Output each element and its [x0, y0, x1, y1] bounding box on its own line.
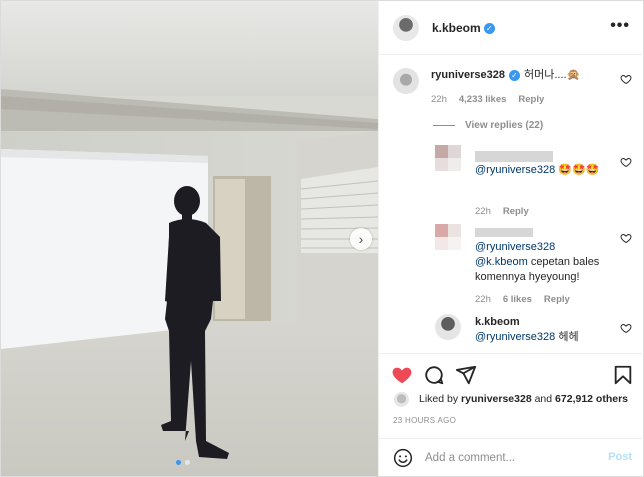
liked-by-text: Liked by ryuniverse328 and 672,912 other… — [419, 393, 628, 405]
more-options-icon[interactable]: ••• — [610, 17, 630, 35]
comment-icon[interactable] — [423, 364, 445, 386]
heart-filled-icon[interactable] — [391, 364, 413, 386]
blurred-avatar[interactable] — [435, 224, 461, 250]
comment-text: 허머나....🙊 — [524, 69, 581, 81]
like-comment-heart-icon[interactable] — [620, 156, 632, 168]
reply-button[interactable]: Reply — [544, 294, 570, 305]
share-icon[interactable] — [455, 364, 477, 386]
blurred-avatar[interactable] — [435, 145, 461, 171]
chevron-right-icon: › — [358, 231, 364, 247]
post-timestamp[interactable]: 23 HOURS AGO — [393, 416, 456, 425]
emoji-icon[interactable] — [393, 448, 413, 468]
comment-1-body: ryuniverse328 ✓ 허머나....🙊 — [431, 68, 601, 83]
bookmark-icon[interactable] — [612, 364, 634, 386]
blurred-username[interactable] — [475, 228, 533, 237]
comment-text: 🤩🤩🤩 — [558, 164, 600, 176]
carousel-indicator — [176, 460, 190, 465]
comment-likes-count[interactable]: 6 likes — [503, 294, 532, 305]
comment-mention[interactable]: @ryuniverse328 — [475, 331, 555, 343]
blurred-username[interactable] — [475, 151, 553, 162]
reply-1-meta: 22h Reply — [475, 206, 529, 217]
author-username-text[interactable]: k.kbeom — [432, 21, 481, 35]
comment-input[interactable] — [425, 449, 595, 467]
reply-button[interactable]: Reply — [503, 206, 529, 217]
comment-mention[interactable]: @ryuniverse328 — [475, 164, 555, 176]
like-comment-heart-icon[interactable] — [620, 232, 632, 244]
comment-username[interactable]: ryuniverse328 — [431, 69, 505, 81]
comment-time[interactable]: 22h — [431, 94, 447, 105]
reply-button[interactable]: Reply — [518, 94, 544, 105]
comment-mention[interactable]: @k.kbeom — [475, 256, 528, 268]
add-comment-bar: Post — [379, 438, 644, 476]
author-username[interactable]: k.kbeom ✓ — [432, 21, 495, 35]
verified-icon: ✓ — [509, 69, 520, 81]
carousel-dot-active — [176, 460, 181, 465]
view-replies-button[interactable]: View replies (22) — [433, 120, 543, 131]
comments-list: ryuniverse328 ✓ 허머나....🙊 22h 4,233 likes R… — [379, 56, 644, 352]
verified-icon: ✓ — [483, 23, 495, 35]
reply-1-body: @ryuniverse328 🤩🤩🤩 — [475, 163, 605, 178]
post-photo[interactable]: › — [1, 1, 378, 476]
comment-text: 헤헤 — [558, 331, 579, 343]
post-actions: Liked by ryuniverse328 and 672,912 other… — [379, 353, 644, 443]
photo-illustration — [1, 1, 378, 476]
reply-2-body: @ryuniverse328 @k.kbeom cepetan bales ko… — [475, 240, 615, 285]
comment-likes-count[interactable]: 4,233 likes — [459, 94, 507, 105]
liked-by-avatar[interactable] — [394, 392, 409, 407]
liked-by-username[interactable]: ryuniverse328 — [461, 393, 532, 405]
author-avatar[interactable] — [393, 15, 419, 41]
liked-by-and: and — [534, 393, 553, 405]
like-comment-heart-icon[interactable] — [620, 322, 632, 334]
comment-username[interactable]: k.kbeom — [475, 316, 520, 328]
comment-mention[interactable]: @ryuniverse328 — [475, 241, 555, 253]
reply-3-body: k.kbeom @ryuniverse328 헤헤 — [475, 315, 615, 345]
view-replies-line — [433, 125, 455, 126]
reply-2-meta: 22h 6 likes Reply — [475, 294, 570, 305]
carousel-next-button[interactable]: › — [350, 228, 372, 250]
likes-count-link[interactable]: 672,912 others — [555, 393, 628, 405]
comment-time[interactable]: 22h — [475, 294, 491, 305]
like-comment-heart-icon[interactable] — [620, 73, 632, 85]
author-avatar[interactable] — [435, 314, 461, 340]
post-header: k.kbeom ✓ ••• — [379, 1, 644, 55]
comment-time[interactable]: 22h — [475, 206, 491, 217]
commenter-avatar[interactable] — [393, 68, 419, 94]
comment-1-meta: 22h 4,233 likes Reply — [431, 94, 544, 105]
post-comment-button[interactable]: Post — [608, 451, 632, 463]
post-sidebar: k.kbeom ✓ ••• ryuniverse328 ✓ 허머나....🙊 22h … — [378, 1, 644, 476]
view-replies-label[interactable]: View replies (22) — [465, 120, 543, 131]
carousel-dot — [185, 460, 190, 465]
liked-by-prefix: Liked by — [419, 393, 459, 405]
